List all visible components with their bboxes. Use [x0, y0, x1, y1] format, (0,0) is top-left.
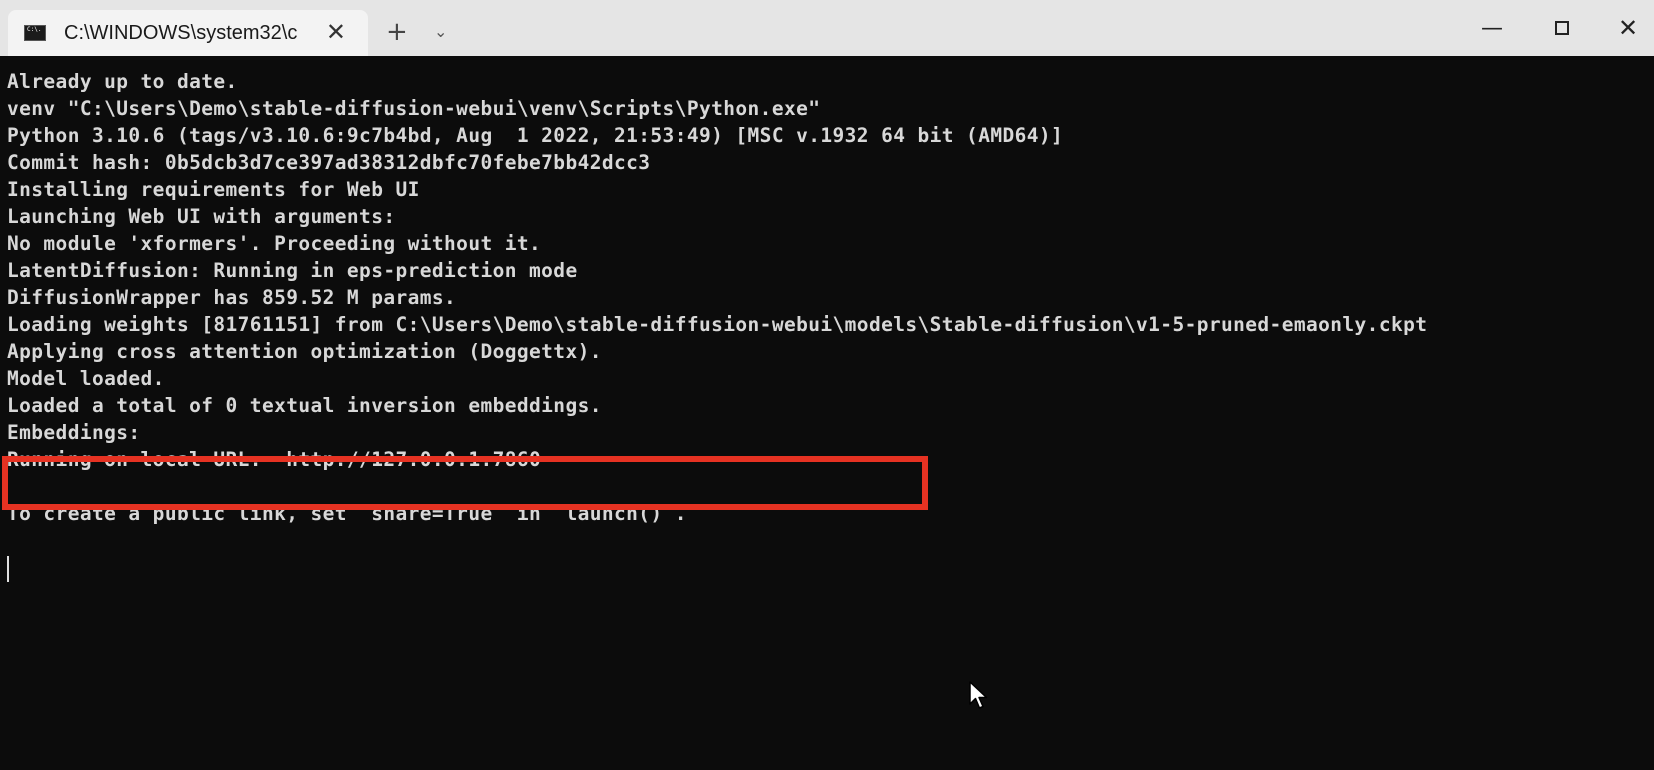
console-line: Loading weights [81761151] from C:\Users…	[7, 313, 1428, 336]
minimize-icon: —	[1481, 15, 1503, 41]
chevron-down-icon[interactable]: ⌄	[434, 20, 447, 44]
close-tab-icon[interactable]: ✕	[326, 18, 346, 46]
minimize-button[interactable]: —	[1464, 8, 1520, 48]
console-line: Model loaded.	[7, 367, 165, 390]
console-line: No module 'xformers'. Proceeding without…	[7, 232, 542, 255]
new-tab-button[interactable]: +	[386, 14, 408, 50]
tab-cmd[interactable]: C:\. C:\WINDOWS\system32\c ✕	[8, 10, 368, 56]
console-line: venv "C:\Users\Demo\stable-diffusion-web…	[7, 97, 821, 120]
console-line: Applying cross attention optimization (D…	[7, 340, 602, 363]
tab-title: C:\WINDOWS\system32\c	[64, 21, 298, 44]
console-line: Launching Web UI with arguments:	[7, 205, 396, 228]
close-window-button[interactable]: ✕	[1600, 8, 1654, 48]
mouse-pointer-icon	[969, 681, 988, 709]
console-line: Python 3.10.6 (tags/v3.10.6:9c7b4bd, Aug…	[7, 124, 1064, 147]
maximize-button[interactable]	[1534, 8, 1590, 48]
highlight-box	[2, 456, 928, 510]
console-line: Installing requirements for Web UI	[7, 178, 420, 201]
title-bar: C:\. C:\WINDOWS\system32\c ✕ + ⌄ — ✕	[0, 0, 1654, 56]
close-icon: ✕	[1617, 14, 1639, 42]
console-line: DiffusionWrapper has 859.52 M params.	[7, 286, 457, 309]
terminal-window: C:\. C:\WINDOWS\system32\c ✕ + ⌄ — ✕ Alr…	[0, 0, 1654, 770]
terminal-icon: C:\.	[24, 25, 46, 41]
console-line: Already up to date.	[7, 70, 238, 93]
console-line: Commit hash: 0b5dcb3d7ce397ad38312dbfc70…	[7, 151, 651, 174]
console-line: LatentDiffusion: Running in eps-predicti…	[7, 259, 578, 282]
text-cursor	[7, 556, 9, 582]
maximize-icon	[1555, 21, 1569, 35]
console-line: Embeddings:	[7, 421, 141, 444]
console-line: Loaded a total of 0 textual inversion em…	[7, 394, 602, 417]
